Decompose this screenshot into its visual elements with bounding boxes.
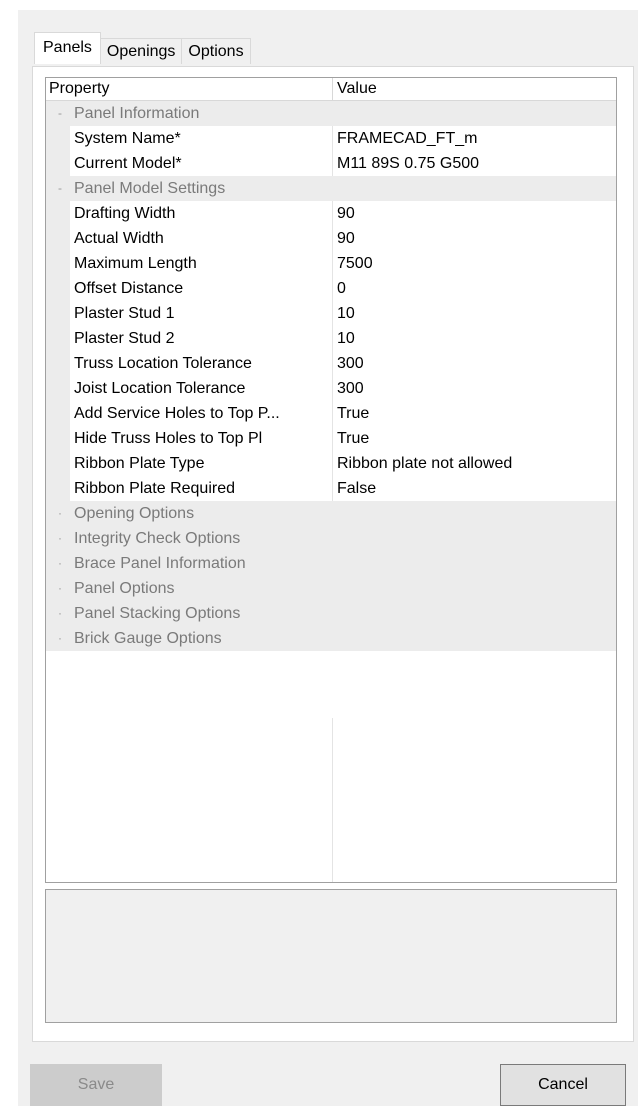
column-header-value[interactable]: Value	[333, 78, 616, 100]
property-value[interactable]: 90	[333, 226, 616, 251]
property-name: Joist Location Tolerance	[70, 376, 333, 401]
tab-panel-panels: Property Value - Panel Information Syste…	[32, 66, 634, 1042]
property-row-hide-truss-holes[interactable]: Hide Truss Holes to Top Pl True	[46, 426, 616, 451]
category-label: Opening Options	[70, 501, 616, 526]
property-value[interactable]: 7500	[333, 251, 616, 276]
property-row-offset-distance[interactable]: Offset Distance 0	[46, 276, 616, 301]
property-row-current-model[interactable]: Current Model* M11 89S 0.75 G500	[46, 151, 616, 176]
property-row-ribbon-plate-type[interactable]: Ribbon Plate Type Ribbon plate not allow…	[46, 451, 616, 476]
property-row-truss-location-tolerance[interactable]: Truss Location Tolerance 300	[46, 351, 616, 376]
category-panel-options[interactable]: · Panel Options	[46, 576, 616, 601]
property-value[interactable]: 10	[333, 301, 616, 326]
property-value[interactable]: False	[333, 476, 616, 501]
property-value[interactable]: Ribbon plate not allowed	[333, 451, 616, 476]
expand-icon[interactable]: ·	[55, 601, 65, 626]
property-row-system-name[interactable]: System Name* FRAMECAD_FT_m	[46, 126, 616, 151]
property-value[interactable]: 10	[333, 326, 616, 351]
property-row-joist-location-tolerance[interactable]: Joist Location Tolerance 300	[46, 376, 616, 401]
category-brick-gauge-options[interactable]: · Brick Gauge Options	[46, 626, 616, 651]
property-name: Plaster Stud 1	[70, 301, 333, 326]
expand-icon[interactable]: ·	[55, 551, 65, 576]
property-name: Add Service Holes to Top P...	[70, 401, 333, 426]
tab-strip: Panels Openings Options	[34, 32, 251, 64]
property-value[interactable]: True	[333, 401, 616, 426]
property-value[interactable]: M11 89S 0.75 G500	[333, 151, 616, 176]
category-panel-information[interactable]: - Panel Information	[46, 101, 616, 126]
property-name: Actual Width	[70, 226, 333, 251]
category-label: Panel Information	[70, 101, 616, 126]
category-panel-model-settings[interactable]: - Panel Model Settings	[46, 176, 616, 201]
property-dialog: Panels Openings Options Property Value -…	[18, 10, 638, 1106]
property-row-ribbon-plate-required[interactable]: Ribbon Plate Required False	[46, 476, 616, 501]
property-row-add-service-holes[interactable]: Add Service Holes to Top P... True	[46, 401, 616, 426]
column-divider	[332, 718, 333, 882]
category-label: Panel Model Settings	[70, 176, 616, 201]
property-grid[interactable]: Property Value - Panel Information Syste…	[45, 77, 617, 883]
property-value[interactable]: 0	[333, 276, 616, 301]
collapse-icon[interactable]: -	[55, 176, 65, 201]
tab-openings[interactable]: Openings	[99, 38, 183, 64]
category-integrity-check-options[interactable]: · Integrity Check Options	[46, 526, 616, 551]
property-name: Plaster Stud 2	[70, 326, 333, 351]
property-name: Ribbon Plate Type	[70, 451, 333, 476]
property-row-maximum-length[interactable]: Maximum Length 7500	[46, 251, 616, 276]
tab-panels[interactable]: Panels	[34, 32, 101, 64]
category-label: Integrity Check Options	[70, 526, 616, 551]
property-value[interactable]: 90	[333, 201, 616, 226]
category-label: Panel Options	[70, 576, 616, 601]
column-header-property[interactable]: Property	[46, 78, 333, 100]
property-value[interactable]: True	[333, 426, 616, 451]
property-value[interactable]: 300	[333, 376, 616, 401]
category-label: Brick Gauge Options	[70, 626, 616, 651]
category-panel-stacking-options[interactable]: · Panel Stacking Options	[46, 601, 616, 626]
expand-icon[interactable]: ·	[55, 526, 65, 551]
property-name: Hide Truss Holes to Top Pl	[70, 426, 333, 451]
category-label: Panel Stacking Options	[70, 601, 616, 626]
property-name: Drafting Width	[70, 201, 333, 226]
cancel-button[interactable]: Cancel	[500, 1064, 626, 1106]
expand-icon[interactable]: ·	[55, 626, 65, 651]
property-name: Current Model*	[70, 151, 333, 176]
property-row-plaster-stud-1[interactable]: Plaster Stud 1 10	[46, 301, 616, 326]
property-value[interactable]: 300	[333, 351, 616, 376]
property-name: System Name*	[70, 126, 333, 151]
tab-options[interactable]: Options	[181, 38, 251, 64]
category-brace-panel-information[interactable]: · Brace Panel Information	[46, 551, 616, 576]
category-opening-options[interactable]: · Opening Options	[46, 501, 616, 526]
save-button[interactable]: Save	[30, 1064, 162, 1106]
category-label: Brace Panel Information	[70, 551, 616, 576]
property-row-plaster-stud-2[interactable]: Plaster Stud 2 10	[46, 326, 616, 351]
property-name: Truss Location Tolerance	[70, 351, 333, 376]
property-description-pane	[45, 889, 617, 1023]
property-name: Offset Distance	[70, 276, 333, 301]
property-name: Maximum Length	[70, 251, 333, 276]
expand-icon[interactable]: ·	[55, 576, 65, 601]
grid-header: Property Value	[46, 78, 616, 101]
grid-empty-area	[46, 718, 616, 882]
property-value[interactable]: FRAMECAD_FT_m	[333, 126, 616, 151]
property-row-actual-width[interactable]: Actual Width 90	[46, 226, 616, 251]
property-name: Ribbon Plate Required	[70, 476, 333, 501]
property-row-drafting-width[interactable]: Drafting Width 90	[46, 201, 616, 226]
expand-icon[interactable]: ·	[55, 501, 65, 526]
collapse-icon[interactable]: -	[55, 101, 65, 126]
